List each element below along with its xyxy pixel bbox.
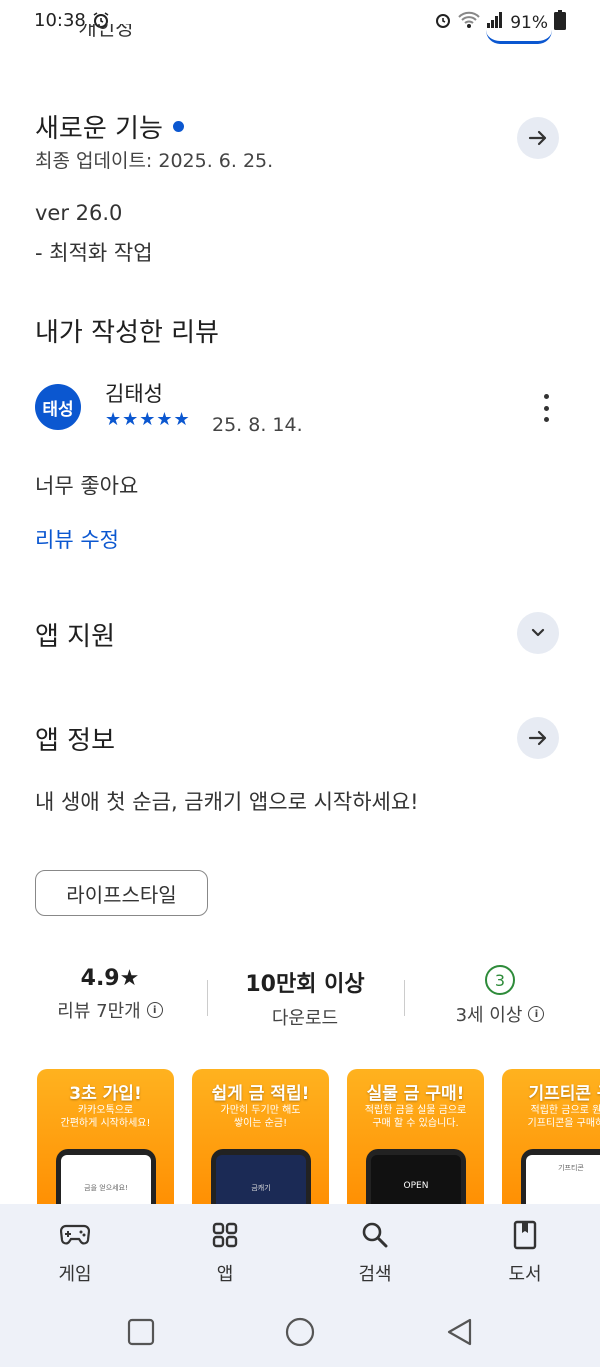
phone-mockup: 기프티콘 (521, 1149, 600, 1204)
back-button[interactable] (444, 1316, 476, 1348)
info-icon: i (146, 1002, 163, 1018)
nav-item-search[interactable]: 검색 (325, 1204, 425, 1298)
version-text: ver 26.0 (35, 201, 123, 225)
phone-screen-text: OPEN (371, 1155, 461, 1204)
stat-divider (404, 980, 405, 1016)
nav-item-apps[interactable]: 앱 (175, 1204, 275, 1298)
age-rating-badge: 3 (485, 965, 515, 995)
nav-item-books[interactable]: 도서 (475, 1204, 575, 1298)
home-icon (285, 1317, 315, 1347)
nav-item-games[interactable]: 게임 (25, 1204, 125, 1298)
wifi-icon (458, 11, 480, 34)
edit-review-link[interactable]: 리뷰 수정 (35, 524, 119, 554)
avatar: 태성 (35, 384, 81, 430)
screenshot-card[interactable]: 기프티콘 구 적립한 금으로 원하 기프티콘을 구매하세 기프티콘 (502, 1069, 600, 1204)
release-notes: - 최적화 작업 (35, 241, 153, 265)
scrolled-button[interactable] (486, 30, 552, 44)
phone-mockup: 금을 얻으세요! (56, 1149, 156, 1204)
screenshot-title: 실물 금 구매! (366, 1084, 465, 1104)
last-updated: 최종 업데이트: 2025. 6. 25. (35, 150, 274, 172)
app-info-arrow-button[interactable] (517, 717, 559, 759)
my-review-title: 내가 작성한 리뷰 (35, 318, 219, 348)
battery-icon (554, 10, 566, 35)
screenshot-carousel[interactable]: 3초 가입! 카카오톡으로 간편하게 시작하세요! 금을 얻으세요! 쉽게 금 … (37, 1069, 600, 1204)
recents-button[interactable] (125, 1316, 157, 1348)
system-navigation-bar (0, 1298, 600, 1367)
screenshot-subtitle: 가만히 두기만 해도 쌓이는 순금! (220, 1105, 301, 1129)
age-rating-row: 3세 이상 i (425, 1001, 575, 1027)
screenshot-subtitle: 카카오톡으로 간편하게 시작하세요! (60, 1105, 151, 1129)
phone-screen-text: 금캐기 (216, 1155, 306, 1204)
whats-new-arrow-button[interactable] (517, 117, 559, 159)
screenshot-title: 3초 가입! (69, 1084, 142, 1104)
reviewer-name: 김태성 (105, 382, 163, 406)
screenshot-title: 쉽게 금 적립! (211, 1084, 310, 1104)
rating-number: 4.9★ (80, 966, 140, 991)
nav-label: 검색 (358, 1264, 392, 1285)
review-date: 25. 8. 14. (212, 414, 303, 436)
home-button[interactable] (284, 1316, 316, 1348)
search-icon (325, 1220, 425, 1250)
category-chip[interactable]: 라이프스타일 (35, 870, 208, 916)
downloads-stat: 10만회 이상 다운로드 (220, 966, 390, 1030)
stat-divider (207, 980, 208, 1016)
phone-mockup: OPEN (366, 1149, 466, 1204)
arrow-right-icon (528, 730, 547, 746)
downloads-label: 다운로드 (271, 1008, 339, 1029)
recents-icon (127, 1318, 155, 1346)
bottom-navigation: 게임 앱 검색 도서 (0, 1204, 600, 1298)
age-rating-label: 3세 이상 (455, 1005, 523, 1026)
gamepad-icon (25, 1220, 125, 1250)
rating-value: 4.9★ (35, 966, 185, 991)
screenshot-subtitle: 적립한 금으로 원하 기프티콘을 구매하세 (527, 1105, 600, 1129)
app-support-title[interactable]: 앱 지원 (35, 616, 115, 653)
whats-new-title: 새로운 기능 (35, 114, 163, 144)
more-options-icon[interactable] (538, 394, 554, 422)
apps-grid-icon (175, 1220, 275, 1250)
scrolled-content: ⌒ 개인정 (52, 24, 134, 40)
app-support-expand-button[interactable] (517, 612, 559, 654)
review-stars: ★★★★★ (105, 409, 191, 430)
app-description: 내 생애 첫 순금, 금캐기 앱으로 시작하세요! (35, 790, 419, 814)
screenshot-card[interactable]: 3초 가입! 카카오톡으로 간편하게 시작하세요! 금을 얻으세요! (37, 1069, 174, 1204)
app-info-title[interactable]: 앱 정보 (35, 720, 115, 757)
review-text: 너무 좋아요 (35, 474, 139, 498)
phone-screen-text: 금을 얻으세요! (61, 1155, 151, 1204)
chevron-down-icon (531, 628, 545, 637)
whats-new-heading[interactable]: 새로운 기능 (35, 108, 184, 145)
downloads-value: 10만회 이상 (245, 972, 365, 997)
new-indicator-dot (172, 121, 184, 132)
reviews-count: 리뷰 7만개 (57, 1001, 141, 1022)
phone-mockup: 금캐기 (211, 1149, 311, 1204)
info-icon: i (528, 1006, 545, 1022)
screenshot-card[interactable]: 실물 금 구매! 적립한 금을 실물 금으로 구매 할 수 있습니다. OPEN (347, 1069, 484, 1204)
screenshot-card[interactable]: 쉽게 금 적립! 가만히 두기만 해도 쌓이는 순금! 금캐기 (192, 1069, 329, 1204)
rating-stat[interactable]: 4.9★ 리뷰 7만개 i (35, 966, 185, 1023)
screenshot-subtitle: 적립한 금을 실물 금으로 구매 할 수 있습니다. (364, 1105, 467, 1129)
back-icon (447, 1318, 472, 1346)
arrow-right-icon (528, 130, 547, 146)
book-icon (475, 1220, 575, 1250)
nav-label: 게임 (58, 1264, 92, 1285)
phone-screen-text: 기프티콘 (526, 1155, 600, 1204)
reviews-count-row: 리뷰 7만개 i (35, 997, 185, 1023)
nav-label: 도서 (508, 1264, 542, 1285)
nav-label: 앱 (216, 1264, 234, 1285)
screenshot-title: 기프티콘 구 (528, 1084, 600, 1104)
alarm-clock-icon (434, 11, 452, 34)
age-rating-stat[interactable]: 3 3세 이상 i (425, 965, 575, 1027)
